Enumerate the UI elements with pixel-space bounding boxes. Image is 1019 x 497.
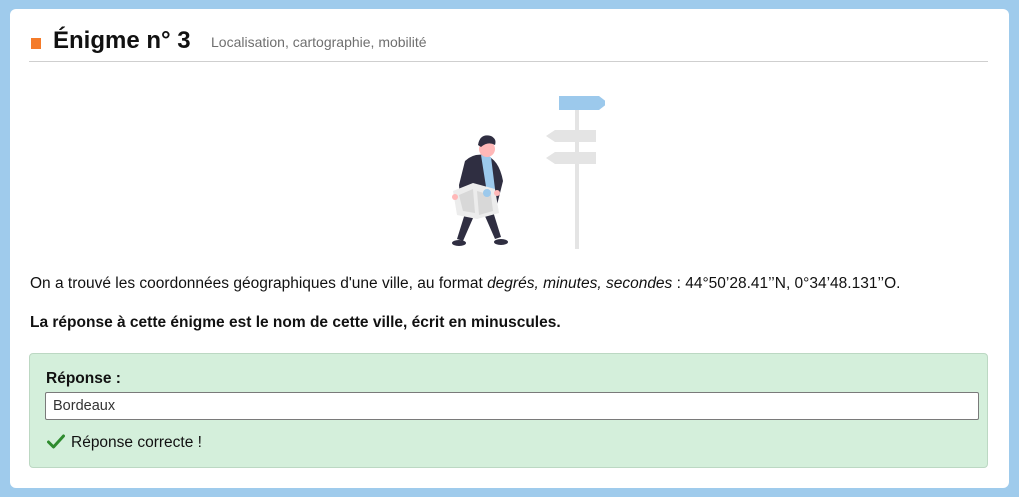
- person-with-map-signpost-illustration: [452, 96, 605, 249]
- coordinates-paragraph: On a trouvé les coordonnées géographique…: [30, 274, 990, 294]
- page-subtitle: Localisation, cartographie, mobilité: [211, 34, 427, 50]
- orange-square-icon: [31, 38, 41, 49]
- answer-box: Réponse : Réponse correcte !: [29, 353, 988, 468]
- intro-prefix-text: On a trouvé les coordonnées géographique…: [30, 275, 488, 292]
- answer-label: Réponse :: [46, 370, 121, 387]
- enigma-card: Énigme n° 3 Localisation, cartographie, …: [10, 9, 1009, 488]
- enigma-header: Énigme n° 3 Localisation, cartographie, …: [29, 27, 988, 62]
- checkmark-icon: [47, 434, 65, 449]
- coordinates-text: : 44°50’28.41’’N, 0°34’48.131’’O.: [672, 275, 901, 292]
- instruction-text: La réponse à cette énigme est le nom de …: [30, 314, 561, 331]
- answer-status: Réponse correcte !: [47, 434, 202, 452]
- format-text: degrés, minutes, secondes: [487, 275, 673, 292]
- status-text: Réponse correcte !: [71, 434, 202, 451]
- page-title: Énigme n° 3: [53, 27, 191, 54]
- answer-input[interactable]: [45, 392, 979, 420]
